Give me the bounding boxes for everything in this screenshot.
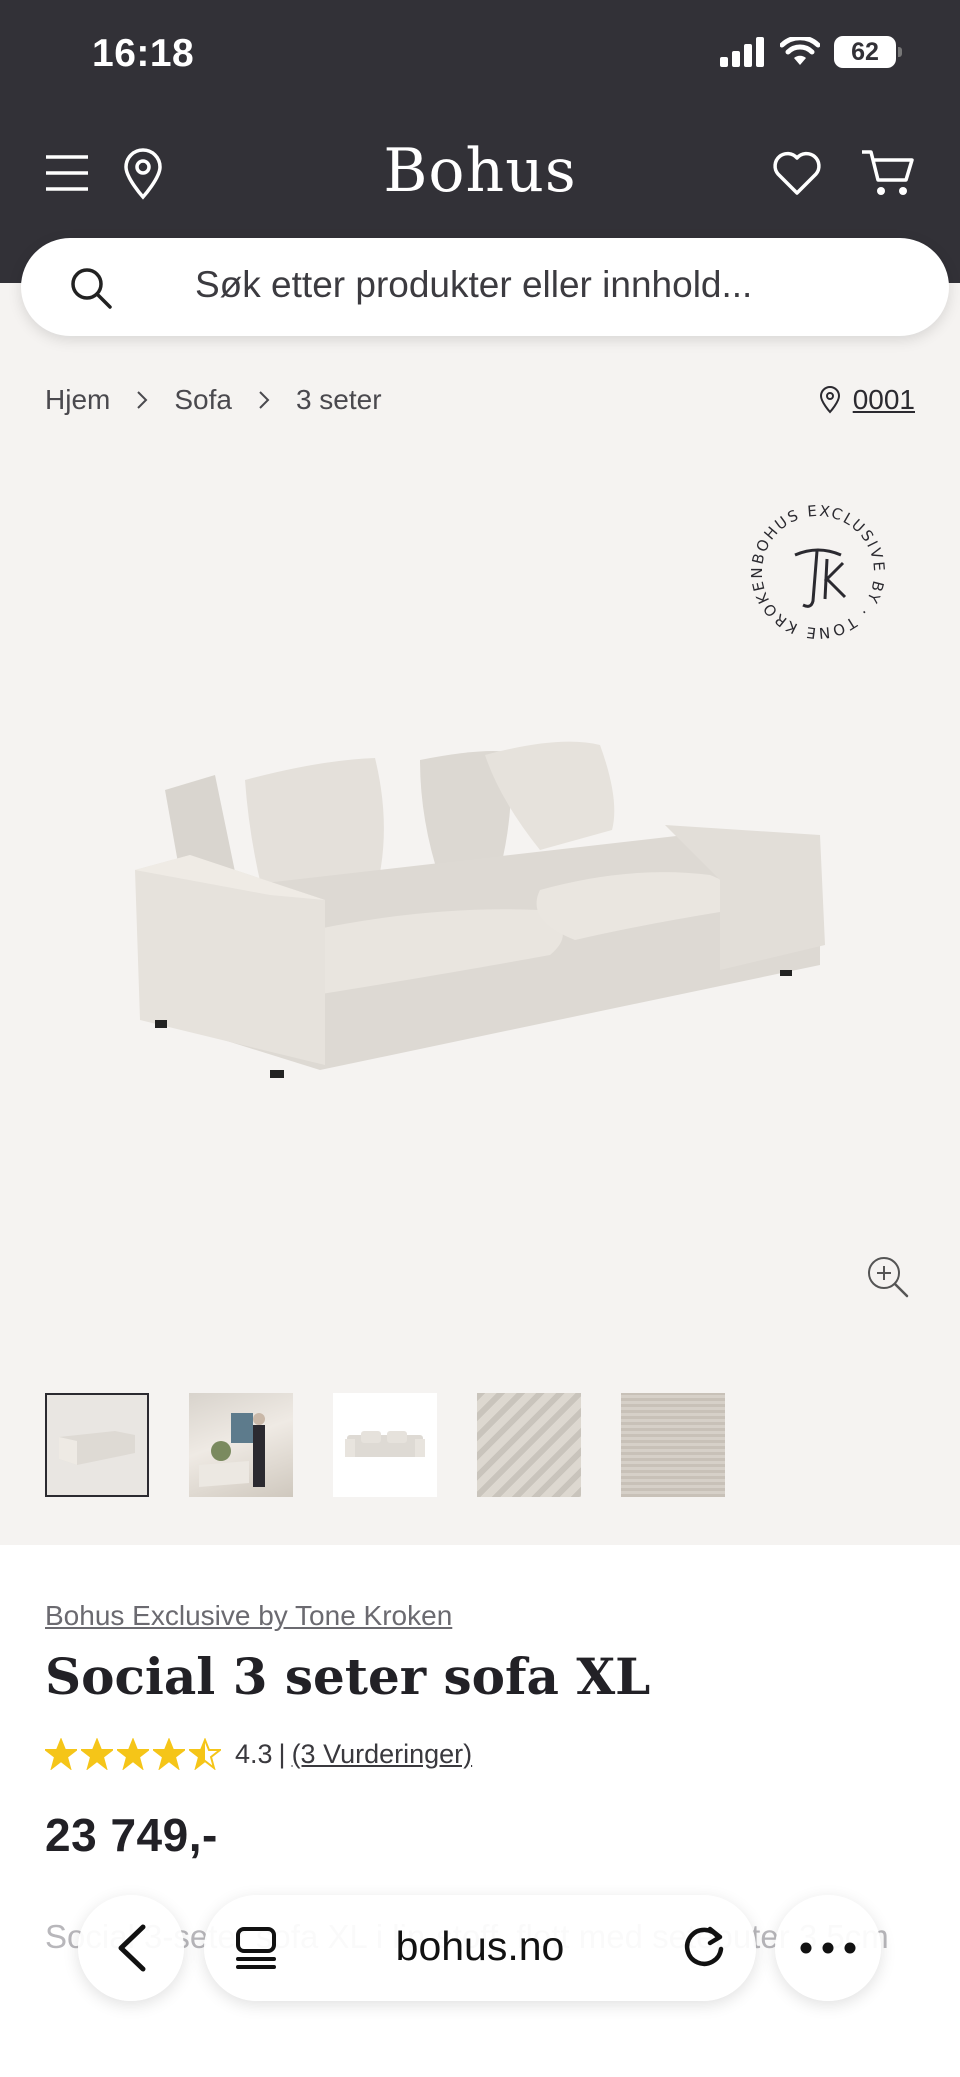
brand-link[interactable]: Bohus Exclusive by Tone Kroken [45,1600,452,1632]
star-icon [189,1738,221,1770]
search-bar[interactable]: Søk etter produkter eller innhold... [21,238,949,336]
product-rating: 4.3 | (3 Vurderinger) [45,1738,472,1770]
signal-icon [720,37,764,67]
chevron-right-icon [258,390,270,410]
thumbnail-strip [45,1393,725,1497]
breadcrumb-home[interactable]: Hjem [45,384,110,416]
rating-stars [45,1738,221,1770]
search-icon [71,268,112,309]
thumbnail-fabric-fold[interactable] [477,1393,581,1497]
reviews-link[interactable]: (3 Vurderinger) [292,1739,473,1770]
zoom-in-icon[interactable] [866,1255,910,1299]
back-button[interactable] [78,1895,184,2001]
location-pin-icon [819,386,840,414]
rating-separator: | [278,1738,286,1769]
more-options-button[interactable] [775,1895,881,2001]
room-thumbnail-icon [199,1413,265,1487]
thumbnail-sofa-front[interactable] [45,1393,149,1497]
thumbnail-fabric-texture[interactable] [621,1393,725,1497]
star-icon [81,1738,113,1770]
breadcrumb: Hjem Sofa 3 seter [45,384,382,416]
product-title: Social 3 seter sofa XL [45,1647,651,1706]
breadcrumb-3-seter[interactable]: 3 seter [296,384,382,416]
star-icon [153,1738,185,1770]
chevron-left-icon [118,1924,146,1972]
thumbnail-room-scene[interactable] [189,1393,293,1497]
breadcrumb-sofa[interactable]: Sofa [174,384,232,416]
cart-icon[interactable] [860,148,916,198]
heart-icon[interactable] [772,150,822,196]
address-bar[interactable]: bohus.no [204,1895,756,2001]
sofa-thumbnail-icon [59,1431,135,1465]
store-label[interactable]: 0001 [853,384,915,416]
status-indicators: 62 [720,36,902,68]
store-selector[interactable]: 0001 [819,384,915,416]
sofa-thumbnail-icon [345,1431,425,1457]
star-icon [117,1738,149,1770]
sofa-image [135,741,825,1078]
url-text[interactable]: bohus.no [204,1923,756,1970]
star-icon [45,1738,77,1770]
more-icon [800,1942,856,1954]
wifi-icon [780,37,820,65]
tone-kroken-badge: BOHUS EXCLUSIVE BY · TONE KROKEN · [743,497,886,642]
thumbnail-sofa-white[interactable] [333,1393,437,1497]
product-price: 23 749,- [45,1809,218,1861]
rating-score: 4.3 [235,1738,273,1769]
status-time: 16:18 [92,32,195,75]
battery-indicator: 62 [834,36,902,68]
reload-icon[interactable] [680,1923,728,1971]
search-input[interactable]: Søk etter produkter eller innhold... [195,264,752,306]
chevron-right-icon [136,390,148,410]
